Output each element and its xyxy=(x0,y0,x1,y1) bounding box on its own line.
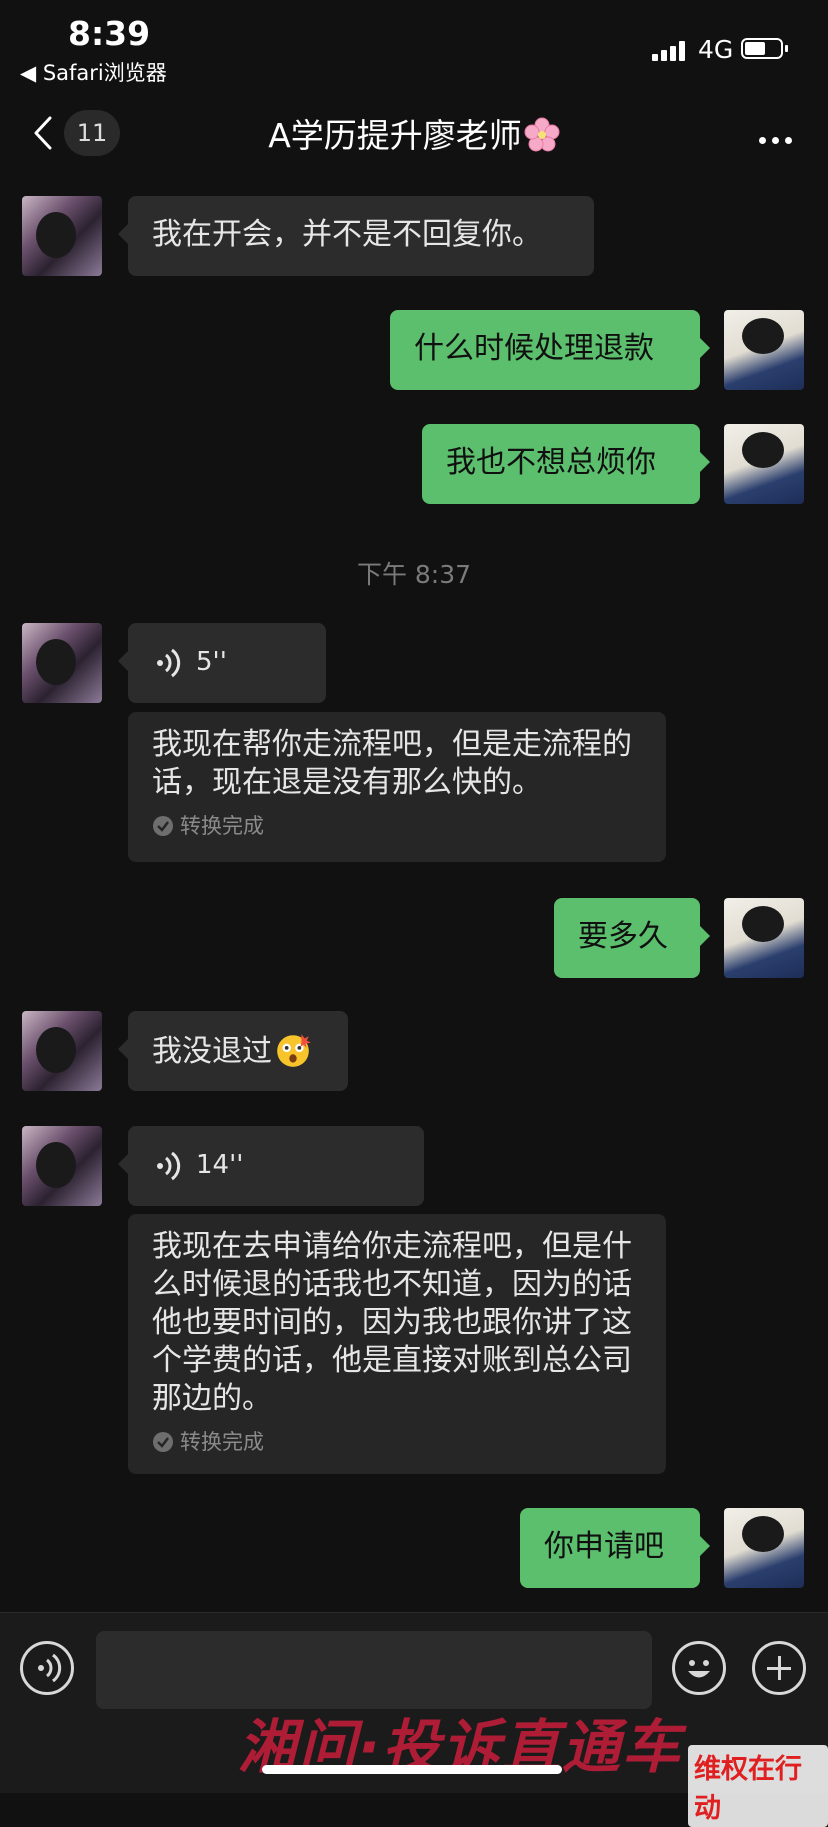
chat-title: A学历提升廖老师 xyxy=(0,109,828,157)
astonished-face-icon xyxy=(277,1034,311,1067)
watermark-badge: 维权在行动 xyxy=(688,1745,828,1827)
my-avatar[interactable] xyxy=(724,898,804,978)
transcript-text: 我现在去申请给你走流程吧，但是什么时候退的话我也不知道，因为的话他也要时间的，因… xyxy=(152,1229,632,1416)
home-indicator[interactable] xyxy=(262,1765,562,1774)
plus-icon[interactable] xyxy=(752,1641,806,1695)
network-type: 4G xyxy=(698,35,734,64)
outgoing-message-bubble[interactable]: 你申请吧 xyxy=(520,1508,710,1588)
message-text: 要多久 xyxy=(578,919,668,954)
voice-message-bubble[interactable]: 14'' xyxy=(118,1126,424,1206)
voice-duration: 5'' xyxy=(196,647,227,677)
status-time: 8:39 xyxy=(68,14,151,53)
message-text: 我没退过 xyxy=(152,1034,272,1069)
outgoing-message-bubble[interactable]: 要多久 xyxy=(554,898,710,978)
teacher-avatar[interactable] xyxy=(22,1011,102,1091)
signal-strength-icon xyxy=(652,39,688,61)
transcript-status-text: 转换完成 xyxy=(180,1430,264,1454)
voice-input-icon[interactable] xyxy=(20,1641,74,1695)
cherry-blossom-icon xyxy=(524,117,560,152)
teacher-avatar[interactable] xyxy=(22,196,102,276)
chat-title-text: A学历提升廖老师 xyxy=(268,116,522,155)
message-text: 什么时候处理退款 xyxy=(414,331,654,366)
transcript-text: 我现在帮你走流程吧，但是走流程的话，现在退是没有那么快的。 xyxy=(152,727,632,800)
message-input[interactable] xyxy=(96,1631,652,1709)
voice-wave-icon xyxy=(157,1151,181,1181)
back-to-safari-link[interactable]: ◀ Safari浏览器 xyxy=(20,57,167,87)
transcript-status: 转换完成 xyxy=(152,1428,642,1456)
emoji-icon[interactable] xyxy=(672,1641,726,1695)
message-text: 我在开会，并不是不回复你。 xyxy=(152,217,542,252)
message-text: 我也不想总烦你 xyxy=(446,445,656,480)
voice-transcript[interactable]: 我现在帮你走流程吧，但是走流程的话，现在退是没有那么快的。 转换完成 xyxy=(128,712,666,862)
message-timestamp: 下午 8:37 xyxy=(356,560,472,589)
transcript-status-text: 转换完成 xyxy=(180,814,264,838)
voice-wave-icon xyxy=(157,648,181,678)
my-avatar[interactable] xyxy=(724,1508,804,1588)
voice-message-bubble[interactable]: 5'' xyxy=(118,623,326,703)
my-avatar[interactable] xyxy=(724,424,804,504)
incoming-message-bubble[interactable]: 我没退过 xyxy=(118,1011,348,1091)
more-options-icon[interactable] xyxy=(753,129,792,148)
message-text: 你申请吧 xyxy=(544,1529,664,1564)
my-avatar[interactable] xyxy=(724,310,804,390)
battery-icon xyxy=(741,38,788,59)
check-circle-icon xyxy=(153,1432,173,1452)
incoming-message-bubble[interactable]: 我在开会，并不是不回复你。 xyxy=(118,196,594,276)
chat-header: 11 A学历提升廖老师 xyxy=(0,95,828,173)
teacher-avatar[interactable] xyxy=(22,1126,102,1206)
outgoing-message-bubble[interactable]: 什么时候处理退款 xyxy=(390,310,710,390)
voice-transcript[interactable]: 我现在去申请给你走流程吧，但是什么时候退的话我也不知道，因为的话他也要时间的，因… xyxy=(128,1214,666,1474)
voice-duration: 14'' xyxy=(196,1150,244,1180)
transcript-status: 转换完成 xyxy=(152,812,642,840)
outgoing-message-bubble[interactable]: 我也不想总烦你 xyxy=(422,424,710,504)
status-bar: 8:39 ◀ Safari浏览器 4G xyxy=(0,0,828,90)
teacher-avatar[interactable] xyxy=(22,623,102,703)
check-circle-icon xyxy=(153,816,173,836)
